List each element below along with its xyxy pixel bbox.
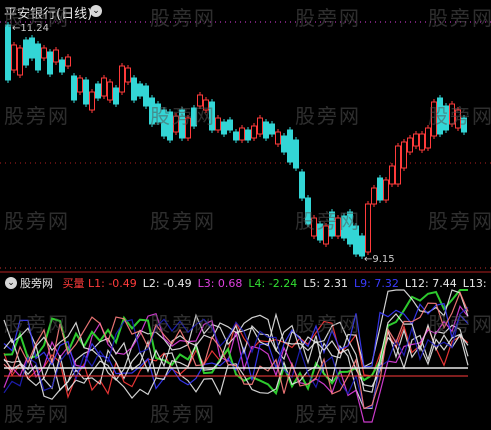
candle-body [71, 75, 77, 101]
indicator-legend: 股旁网 买量 L1: -0.49 L2: -0.49 L3: 0.68 L4: -2.… [20, 275, 491, 291]
candle-body [35, 43, 41, 71]
watermark: 股旁网 [428, 6, 491, 30]
candle-body [233, 131, 239, 141]
candle-body [365, 203, 371, 253]
candle-body [107, 81, 113, 101]
candle-body [5, 24, 11, 81]
candle-body [293, 139, 299, 169]
candle-body [215, 117, 221, 131]
indicator-value: L2: -0.49 [142, 277, 192, 290]
watermark: 股旁网 [295, 6, 361, 30]
candle-body [53, 49, 59, 63]
candle-body [113, 87, 119, 105]
candle-body [95, 83, 101, 99]
indicator-value: L4: -2.24 [248, 277, 298, 290]
candle-body [41, 47, 47, 59]
candle-body [29, 37, 35, 59]
signal-label: 买量 [62, 277, 85, 290]
chart-stage: ←11.24 ←9.15 ⌄ 平安银行(日线) ⌄ 股旁网 买量 L1: -0.4… [0, 0, 491, 426]
indicator-value: L5: 2.31 [303, 277, 349, 290]
candle-body [227, 119, 233, 131]
candle-body [263, 121, 269, 139]
candle-body [137, 83, 143, 97]
candle-body [65, 56, 71, 67]
watermark: 股旁网 [428, 312, 491, 336]
indicator-value: L9: 7.32 [354, 277, 399, 290]
candle-body [239, 127, 245, 141]
candle-body [407, 137, 413, 153]
watermark: 股旁网 [150, 104, 216, 128]
candle-body [371, 187, 377, 205]
candle-body [299, 171, 305, 199]
candle-body [419, 133, 425, 151]
watermark: 股旁网 [4, 104, 70, 128]
candle-body [269, 123, 275, 135]
candle-body [11, 44, 17, 71]
candle-body [287, 129, 293, 163]
candle-body [425, 127, 431, 149]
indicator-values: L1: -0.49 L2: -0.49 L3: 0.68 L4: -2.24 L5: 2… [88, 277, 491, 290]
candle-body [245, 129, 251, 141]
watermark: 股旁网 [428, 104, 491, 128]
candle-body [89, 91, 95, 111]
candle-body [119, 65, 125, 93]
candle-body [17, 47, 23, 76]
watermark: 股旁网 [295, 402, 361, 426]
watermark: 股旁网 [150, 6, 216, 30]
stock-chart: ←11.24←9.15 [0, 21, 491, 423]
candle-body [377, 177, 383, 201]
watermark: 股旁网 [150, 209, 216, 233]
candle-body [101, 77, 107, 97]
indicator-value: L3: 0.68 [197, 277, 243, 290]
candle-body [389, 165, 395, 185]
candle-body [413, 133, 419, 147]
candle-body [125, 67, 131, 83]
candle-body [83, 79, 89, 105]
watermark: 股旁网 [150, 402, 216, 426]
candle-body [275, 131, 281, 145]
watermark: 股旁网 [295, 209, 361, 233]
candle-body [47, 51, 53, 75]
candle-body [401, 141, 407, 169]
candle-body [383, 179, 389, 201]
candle-body [359, 235, 365, 257]
candle-body [281, 135, 287, 153]
watermark: 股旁网 [428, 209, 491, 233]
indicator-value: L13: 13. [462, 277, 491, 290]
candle-body [59, 59, 65, 73]
watermark: 股旁网 [295, 312, 361, 336]
candle-body [395, 145, 401, 185]
watermark: 股旁网 [4, 312, 70, 336]
indicator-menu-button[interactable]: ⌄ [5, 277, 17, 289]
candle-body [131, 77, 137, 101]
low-price-label: ←9.15 [364, 254, 395, 265]
candle-body [143, 85, 149, 107]
candle-body [77, 77, 83, 93]
candle-body [23, 39, 29, 66]
watermark: 股旁网 [295, 104, 361, 128]
watermark: 股旁网 [150, 312, 216, 336]
indicator-name: 股旁网 [20, 277, 53, 290]
candle-body [257, 117, 263, 135]
watermark: 股旁网 [4, 209, 70, 233]
indicator-value: L12: 7.44 [404, 277, 457, 290]
candle-body [221, 121, 227, 135]
watermark: 股旁网 [4, 6, 70, 30]
candle-body [251, 125, 257, 139]
indicator-value: L1: -0.49 [88, 277, 137, 290]
watermark: 股旁网 [4, 402, 70, 426]
